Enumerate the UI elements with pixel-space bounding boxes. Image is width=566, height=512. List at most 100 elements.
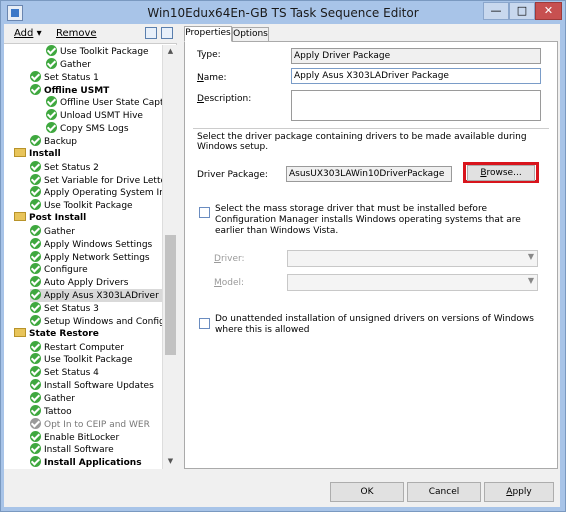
check-icon <box>30 404 41 416</box>
check-icon <box>30 263 41 275</box>
folder-icon <box>14 212 26 222</box>
description-label: Description: <box>197 94 252 104</box>
scroll-up-icon[interactable]: ▲ <box>165 47 176 57</box>
mass-storage-checkbox[interactable] <box>199 207 210 218</box>
maximize-button[interactable]: □ <box>509 2 535 20</box>
close-button[interactable]: ✕ <box>535 2 562 20</box>
tree-item-label: Copy SMS Logs <box>60 124 129 135</box>
remove-button[interactable]: Remove <box>56 28 97 39</box>
divider <box>193 128 549 129</box>
minimize-button[interactable]: — <box>483 2 509 20</box>
tree-step[interactable]: Use Toolkit Package <box>46 45 149 58</box>
tree-step[interactable]: Tattoo <box>30 404 72 418</box>
tree-step[interactable]: Setup Windows and ConfigMgr <box>30 314 162 328</box>
check-icon <box>30 173 41 185</box>
tree-item-label: Post Install <box>29 213 87 224</box>
check-icon <box>30 353 41 365</box>
check-icon <box>30 456 41 468</box>
task-sequence-pane: Add ▾ Remove Use Toolkit Package Gather Se… <box>4 24 177 469</box>
task-sequence-tree[interactable]: Use Toolkit Package Gather Set Status 1 Off… <box>4 45 162 469</box>
tree-group[interactable]: Install Applications <box>30 456 142 469</box>
tree-group[interactable]: State Restore <box>14 327 99 341</box>
tree-item-label: Set Status 3 <box>44 304 99 314</box>
tree-step[interactable]: Copy SMS Logs <box>46 122 129 135</box>
tree-item-label: Set Variable for Drive Letter <box>44 175 162 186</box>
check-icon <box>30 302 41 313</box>
check-icon <box>30 160 41 172</box>
tree-item-label: Opt In to CEIP and WER <box>44 419 150 430</box>
tree-step[interactable]: Apply Operating System Image <box>30 186 162 199</box>
tree-step[interactable]: Gather <box>30 224 75 238</box>
driver-package-label: Driver Package: <box>197 170 268 180</box>
move-down-icon[interactable] <box>161 27 173 39</box>
tree-step[interactable]: Gather <box>30 391 75 405</box>
tree-step[interactable]: Use Toolkit Package <box>30 199 133 212</box>
driver-select[interactable]: ▼ <box>287 250 538 267</box>
check-icon <box>30 83 41 95</box>
folder-icon <box>14 327 26 337</box>
model-select[interactable]: ▼ <box>287 274 538 291</box>
tree-step[interactable]: Gather <box>46 57 91 71</box>
scroll-down-icon[interactable]: ▼ <box>165 457 176 467</box>
driver-package-field: AsusUX303LAWin10DriverPackage <box>286 166 452 182</box>
check-icon <box>30 340 41 352</box>
tab-options[interactable]: Options <box>232 27 269 42</box>
check-icon <box>30 70 41 82</box>
tree-step[interactable]: Auto Apply Drivers <box>30 276 128 289</box>
tree-step[interactable]: Apply Asus X303LADriver Pack <box>30 289 162 303</box>
tree-step[interactable]: Set Variable for Drive Letter <box>30 173 162 187</box>
tree-step[interactable]: Apply Windows Settings <box>30 237 152 251</box>
add-menu-button[interactable]: Add ▾ <box>14 28 42 39</box>
check-icon <box>30 417 41 429</box>
tree-step[interactable]: Set Status 2 <box>30 160 99 174</box>
check-icon <box>30 237 41 249</box>
tree-step[interactable]: Set Status 3 <box>30 302 99 315</box>
tree-toolbar: Add ▾ Remove <box>4 24 177 44</box>
check-icon <box>46 122 57 134</box>
tree-item-label: Configure <box>44 265 88 276</box>
check-icon <box>30 224 41 236</box>
chevron-down-icon: ▼ <box>527 276 534 285</box>
name-input[interactable]: Apply Asus X303LADriver Package <box>291 68 541 84</box>
tree-step[interactable]: Use Toolkit Package <box>30 353 133 366</box>
check-icon <box>30 134 41 146</box>
driver-info-text: Select the driver package containing dri… <box>197 132 527 152</box>
browse-button[interactable]: Browse... <box>467 165 535 181</box>
tree-item-label: Setup Windows and ConfigMgr <box>44 316 162 327</box>
tree-item-label: Auto Apply Drivers <box>44 278 129 289</box>
tree-group[interactable]: Post Install <box>14 212 86 225</box>
tree-item-label: Set Status 1 <box>44 72 99 83</box>
tree-group[interactable]: Install <box>14 147 61 161</box>
tree-step[interactable]: Opt In to CEIP and WER <box>30 417 150 431</box>
tree-step[interactable]: Install Software <box>30 443 114 456</box>
apply-button[interactable]: Apply <box>484 482 554 502</box>
move-up-icon[interactable] <box>145 27 157 39</box>
check-icon <box>30 289 41 301</box>
tree-item-label: Unload USMT Hive <box>60 111 143 122</box>
cancel-button[interactable]: Cancel <box>407 482 481 502</box>
tree-item-label: Use Toolkit Package <box>44 201 133 212</box>
tree-step[interactable]: Set Status 4 <box>30 366 99 379</box>
tree-step[interactable]: Backup <box>30 134 77 148</box>
tab-properties[interactable]: Properties <box>184 26 232 42</box>
tree-step[interactable]: Set Status 1 <box>30 70 99 84</box>
tree-item-label: Apply Network Settings <box>44 252 150 263</box>
ok-button[interactable]: OK <box>330 482 404 502</box>
tree-step[interactable]: Restart Computer <box>30 340 124 354</box>
tree-step[interactable]: Apply Network Settings <box>30 250 150 264</box>
unsigned-drivers-checkbox[interactable] <box>199 318 210 329</box>
tree-step[interactable]: Unload USMT Hive <box>46 109 143 122</box>
type-label: Type: <box>197 50 221 60</box>
tree-step[interactable]: Configure <box>30 263 88 276</box>
title-bar[interactable]: Win10Edux64En-GB TS Task Sequence Editor… <box>1 1 565 25</box>
scroll-thumb[interactable] <box>165 235 176 355</box>
tree-group[interactable]: Offline USMT <box>30 83 109 97</box>
check-icon <box>30 379 41 391</box>
tree-step[interactable]: Offline User State Capture <box>46 96 162 109</box>
check-icon <box>46 45 57 56</box>
description-input[interactable] <box>291 90 541 121</box>
tree-step[interactable]: Install Software Updates <box>30 379 154 392</box>
tree-item-label: Offline User State Capture <box>60 98 162 109</box>
tree-step[interactable]: Enable BitLocker <box>30 430 119 444</box>
tree-scrollbar[interactable]: ▲ ▼ <box>162 45 177 469</box>
